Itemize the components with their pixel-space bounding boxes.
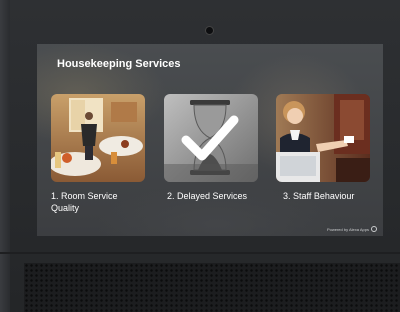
- card-delayed-services[interactable]: [164, 94, 258, 182]
- card-staff-behaviour[interactable]: [276, 94, 370, 182]
- speaker-grille: [24, 263, 400, 312]
- display-screen: Housekeeping Services 1. Room Service Qu…: [37, 44, 383, 236]
- room-service-photo: [51, 94, 145, 182]
- card-label-staff-behaviour: 3. Staff Behaviour: [283, 191, 355, 201]
- page-title: Housekeeping Services: [57, 58, 181, 70]
- camera-lens: [206, 27, 213, 34]
- check-icon: [181, 115, 239, 161]
- card-label-room-service: 1. Room Service Quality: [51, 191, 118, 213]
- alexa-ring-icon: [371, 226, 377, 232]
- powered-by-text: Powered by Alexa Apps: [326, 226, 369, 232]
- powered-by-footer: Powered by Alexa Apps: [327, 226, 377, 232]
- card-room-service-quality[interactable]: [51, 94, 145, 182]
- card-label-delayed-services: 2. Delayed Services: [167, 191, 248, 201]
- echo-show-device: Housekeeping Services 1. Room Service Qu…: [0, 0, 400, 312]
- bezel-divider: [0, 252, 400, 254]
- staff-receptionist-photo: [276, 94, 370, 182]
